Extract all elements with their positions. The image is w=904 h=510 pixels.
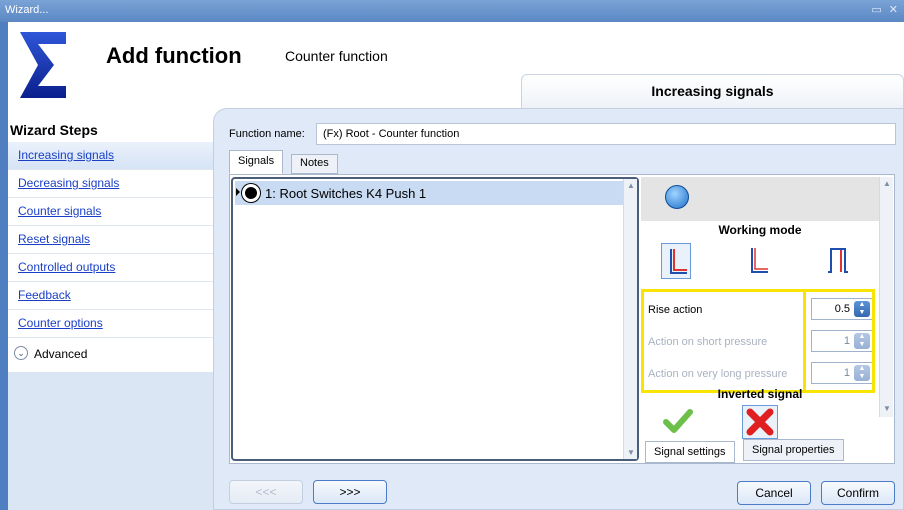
- properties-scrollbar[interactable]: ▲ ▼: [879, 177, 893, 417]
- tab-signal-settings[interactable]: Signal settings: [645, 441, 735, 463]
- scroll-down-icon[interactable]: ▼: [627, 448, 635, 457]
- signal-list[interactable]: 1: Root Switches K4 Push 1 ▲ ▼: [231, 177, 639, 461]
- sidebar-item-label[interactable]: Controlled outputs: [18, 260, 115, 274]
- working-mode-rise-button[interactable]: [661, 243, 691, 279]
- confirm-button[interactable]: Confirm: [821, 481, 895, 505]
- sidebar-item-reset-signals[interactable]: Reset signals: [8, 226, 213, 254]
- highlight-box-values: [803, 289, 875, 393]
- sidebar-item-increasing-signals[interactable]: Increasing signals: [8, 142, 213, 170]
- sigma-icon: [20, 32, 66, 98]
- wizard-steps-title: Wizard Steps: [10, 122, 98, 138]
- sidebar-item-label[interactable]: Feedback: [18, 288, 71, 302]
- row-selector-icon: [236, 188, 240, 196]
- window-frame: [0, 22, 8, 510]
- scroll-up-icon[interactable]: ▲: [883, 179, 891, 188]
- sidebar-item-counter-options[interactable]: Counter options: [8, 310, 213, 338]
- signal-properties-panel: Working mode Rise action 0.5 ▲ ▼ Action o…: [641, 177, 893, 463]
- previous-button[interactable]: <<<: [229, 480, 303, 504]
- chevron-down-icon: ⌄: [14, 346, 28, 360]
- both-edges-icon: [828, 248, 848, 273]
- push-button-icon: [242, 184, 260, 202]
- tab-signals[interactable]: Signals: [229, 150, 284, 174]
- sidebar-item-controlled-outputs[interactable]: Controlled outputs: [8, 254, 213, 282]
- working-mode-fall-button[interactable]: [743, 243, 773, 279]
- sidebar-item-decreasing-signals[interactable]: Decreasing signals: [8, 170, 213, 198]
- cross-icon: [746, 408, 774, 436]
- sidebar-item-label[interactable]: Reset signals: [18, 232, 90, 246]
- window-title: Wizard...: [5, 4, 49, 16]
- window-controls[interactable]: ▭ ✕: [871, 3, 900, 16]
- fall-edge-icon: [751, 248, 768, 273]
- signal-icon-area: [641, 177, 879, 221]
- inverted-signal-toggle[interactable]: [742, 405, 778, 439]
- rise-edge-icon: [670, 249, 687, 274]
- advanced-label: Advanced: [34, 347, 88, 361]
- signal-label: 1: Root Switches K4 Push 1: [265, 186, 427, 201]
- scroll-up-icon[interactable]: ▲: [627, 181, 635, 190]
- blue-button-icon: [665, 185, 689, 209]
- current-step-tab: Increasing signals: [521, 74, 904, 108]
- tab-signal-properties[interactable]: Signal properties: [743, 439, 844, 461]
- function-name-input[interactable]: (Fx) Root - Counter function: [316, 123, 896, 145]
- function-name-label: Function name:: [229, 128, 305, 140]
- title-bar: Wizard... ▭ ✕: [0, 0, 904, 22]
- sidebar-item-label[interactable]: Counter signals: [18, 204, 101, 218]
- sidebar-item-label[interactable]: Decreasing signals: [18, 176, 119, 190]
- next-button[interactable]: >>>: [313, 480, 387, 504]
- page-title: Add function: [106, 43, 242, 68]
- cancel-button[interactable]: Cancel: [737, 481, 811, 505]
- working-mode-label: Working mode: [718, 223, 802, 237]
- sidebar-item-label[interactable]: Counter options: [18, 316, 103, 330]
- tab-notes[interactable]: Notes: [291, 154, 338, 174]
- sidebar-footer-area: [8, 372, 213, 510]
- checkmark-icon[interactable]: [663, 407, 693, 435]
- sidebar-item-feedback[interactable]: Feedback: [8, 282, 213, 310]
- sidebar-item-label[interactable]: Increasing signals: [18, 148, 114, 162]
- advanced-expander[interactable]: ⌄ Advanced: [8, 340, 213, 368]
- list-scrollbar[interactable]: ▲ ▼: [623, 179, 637, 459]
- list-item[interactable]: 1: Root Switches K4 Push 1: [235, 181, 623, 205]
- inverted-signal-label: Inverted signal: [717, 387, 803, 401]
- sidebar-item-counter-signals[interactable]: Counter signals: [8, 198, 213, 226]
- scroll-down-icon[interactable]: ▼: [883, 404, 891, 413]
- working-mode-both-button[interactable]: [823, 243, 853, 279]
- page-subtitle: Counter function: [285, 48, 388, 64]
